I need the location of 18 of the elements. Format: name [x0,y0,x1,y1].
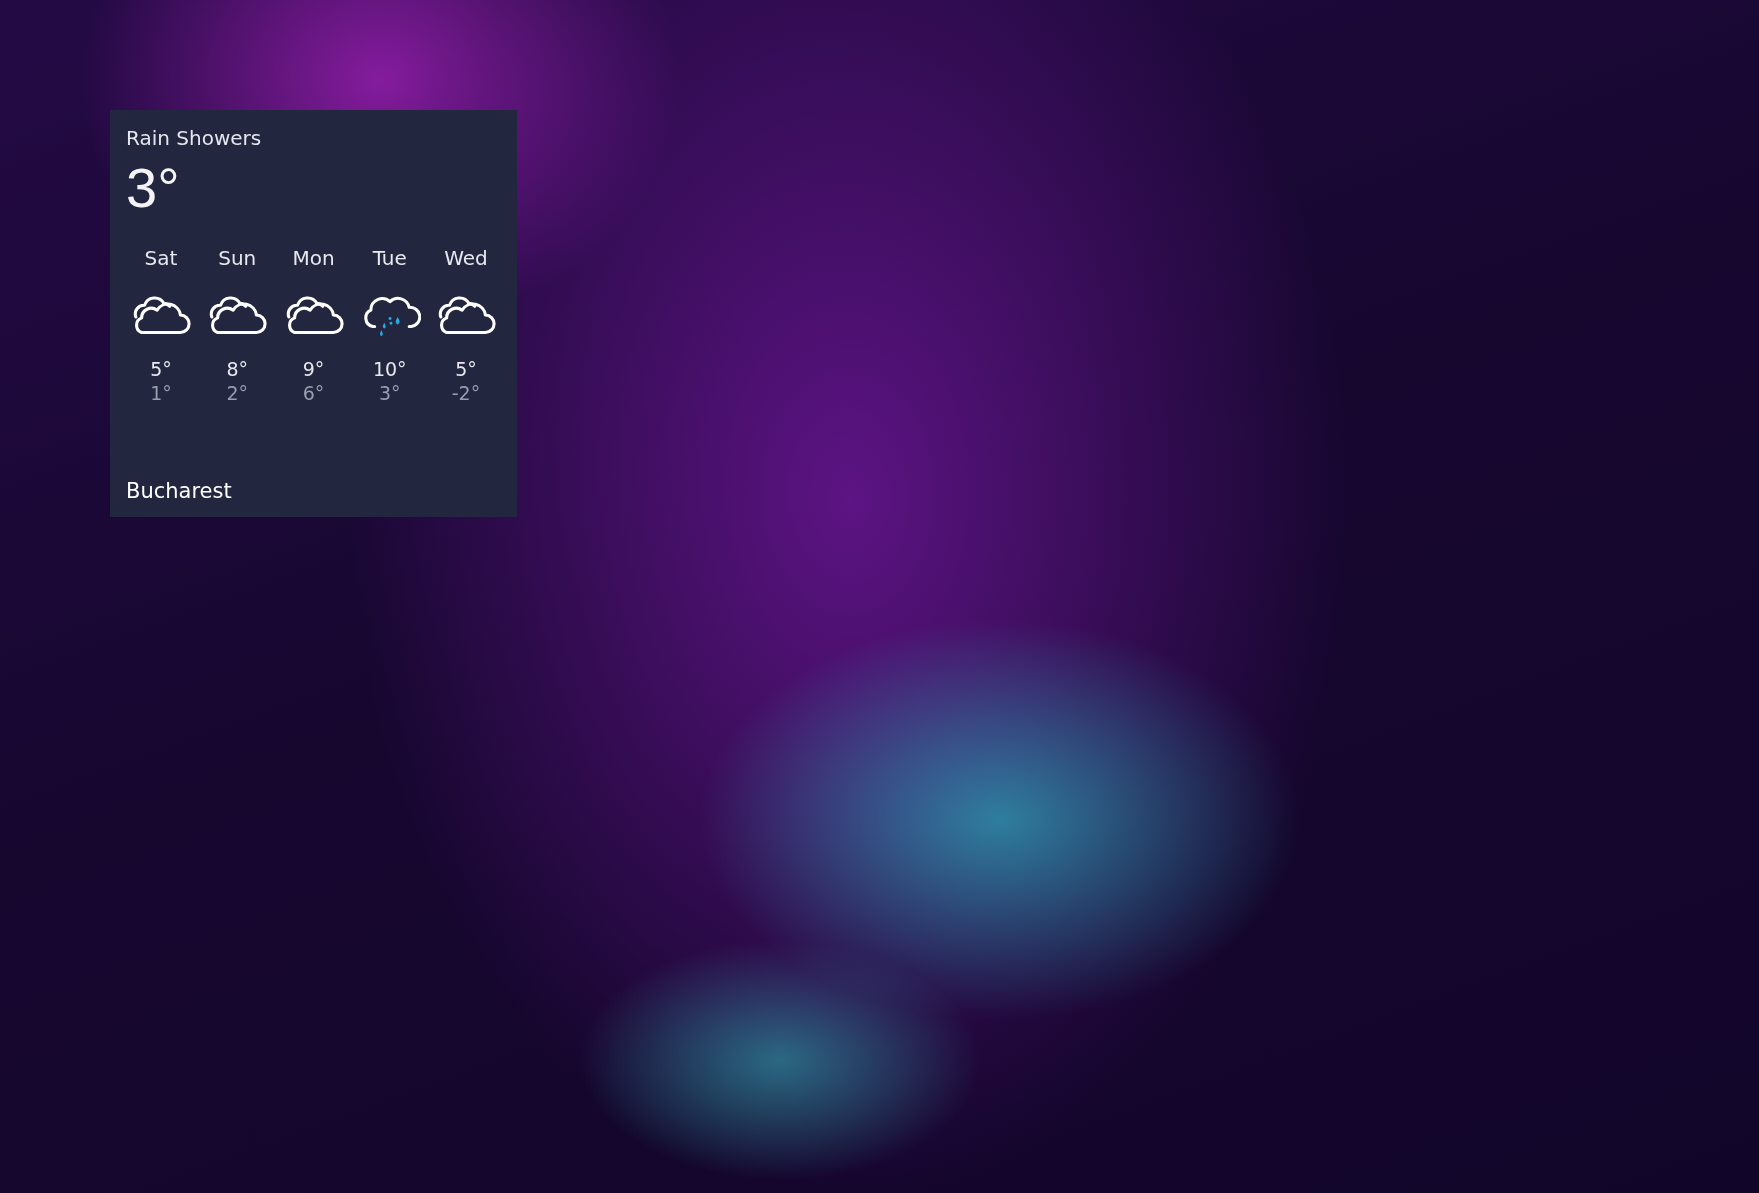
high-temperature: 9° [302,358,325,380]
weather-condition: Rain Showers [126,126,263,150]
high-temperature: 10° [372,358,407,380]
low-temperature: 3° [378,382,401,404]
day-label: Sat [144,246,178,270]
high-temperature: 5° [150,358,172,380]
low-temperature: 1° [150,382,172,404]
current-temperature: 3° [126,160,181,216]
location-name: Bucharest [126,479,233,503]
low-temperature: 2° [226,382,249,404]
day-label: Wed [444,246,488,270]
low-temperature: -2° [451,382,481,404]
day-label: Tue [372,246,407,270]
high-temperature: 8° [226,358,249,380]
day-label: Sun [218,246,257,270]
low-temperature: 6° [302,382,325,404]
high-temperature: 5° [455,358,477,380]
day-label: Mon [292,246,335,270]
